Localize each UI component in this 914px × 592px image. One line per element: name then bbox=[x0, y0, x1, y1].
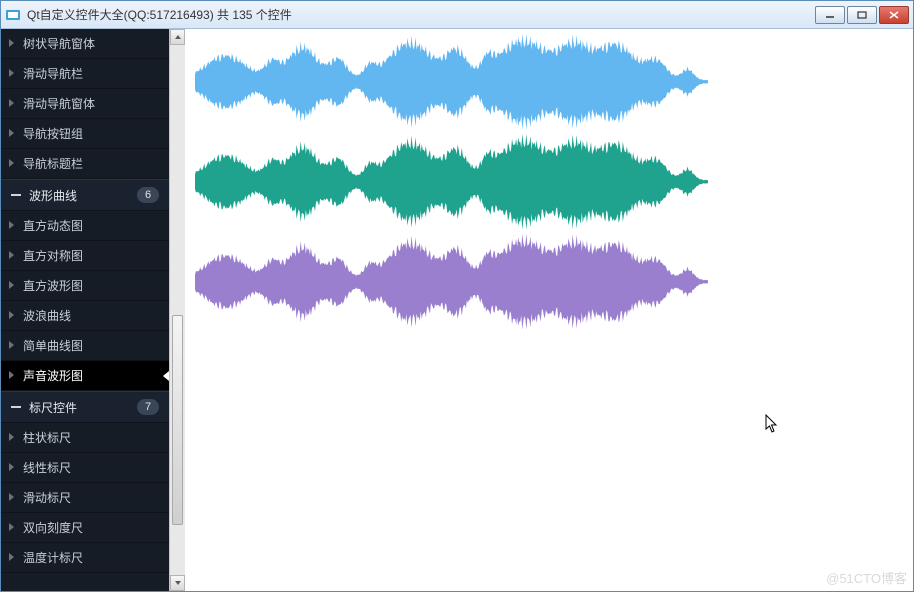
sidebar-item-pre-4[interactable]: 导航标题栏 bbox=[1, 149, 169, 179]
chevron-right-icon bbox=[9, 523, 14, 531]
scrollbar-thumb[interactable] bbox=[172, 315, 183, 525]
sidebar-item-label: 滑动导航窗体 bbox=[23, 95, 95, 112]
chevron-right-icon bbox=[9, 463, 14, 471]
title-bar[interactable]: Qt自定义控件大全(QQ:517216493) 共 135 个控件 bbox=[1, 1, 913, 29]
sidebar-item-label: 树状导航窗体 bbox=[23, 35, 95, 52]
chevron-right-icon bbox=[9, 493, 14, 501]
chevron-right-icon bbox=[9, 99, 14, 107]
chevron-right-icon bbox=[9, 433, 14, 441]
sidebar-group-badge: 6 bbox=[137, 187, 159, 203]
sidebar-item-ruler-3[interactable]: 双向刻度尺 bbox=[1, 513, 169, 543]
chevron-right-icon bbox=[9, 341, 14, 349]
sidebar-item-ruler-1[interactable]: 线性标尺 bbox=[1, 453, 169, 483]
sidebar-group-title: 标尺控件 bbox=[29, 399, 137, 416]
sidebar-item-pre-3[interactable]: 导航按钮组 bbox=[1, 119, 169, 149]
collapse-icon bbox=[11, 406, 21, 408]
sidebar-item-wave-0[interactable]: 直方动态图 bbox=[1, 211, 169, 241]
chevron-right-icon bbox=[9, 371, 14, 379]
sidebar-item-label: 滑动标尺 bbox=[23, 489, 71, 506]
app-icon bbox=[5, 7, 21, 23]
sidebar-group-badge: 7 bbox=[137, 399, 159, 415]
sidebar-item-wave-1[interactable]: 直方对称图 bbox=[1, 241, 169, 271]
sidebar-item-ruler-2[interactable]: 滑动标尺 bbox=[1, 483, 169, 513]
sidebar-item-pre-2[interactable]: 滑动导航窗体 bbox=[1, 89, 169, 119]
sidebar-item-ruler-0[interactable]: 柱状标尺 bbox=[1, 423, 169, 453]
watermark: @51CTO博客 bbox=[826, 568, 907, 587]
sidebar-item-label: 直方波形图 bbox=[23, 277, 83, 294]
sidebar-item-label: 导航标题栏 bbox=[23, 155, 83, 172]
scrollbar-thumb-area[interactable] bbox=[170, 45, 185, 575]
cursor-icon bbox=[765, 414, 779, 434]
scrollbar-track[interactable] bbox=[169, 29, 185, 591]
content-canvas: @51CTO博客 bbox=[185, 29, 913, 591]
chevron-right-icon bbox=[9, 39, 14, 47]
sidebar-item-label: 声音波形图 bbox=[23, 367, 83, 384]
chevron-right-icon bbox=[9, 129, 14, 137]
scroll-down-button[interactable] bbox=[170, 575, 185, 591]
sidebar-group-ruler[interactable]: 标尺控件7 bbox=[1, 391, 169, 423]
sidebar-item-label: 柱状标尺 bbox=[23, 429, 71, 446]
chevron-right-icon bbox=[9, 281, 14, 289]
sidebar-item-label: 双向刻度尺 bbox=[23, 519, 83, 536]
sidebar-item-wave-3[interactable]: 波浪曲线 bbox=[1, 301, 169, 331]
sidebar-item-wave-4[interactable]: 简单曲线图 bbox=[1, 331, 169, 361]
waveform-1 bbox=[195, 33, 708, 128]
scroll-up-button[interactable] bbox=[170, 29, 185, 45]
sidebar-item-label: 滑动导航栏 bbox=[23, 65, 83, 82]
chevron-right-icon bbox=[9, 553, 14, 561]
client-area: 树状导航窗体滑动导航栏滑动导航窗体导航按钮组导航标题栏波形曲线6 直方动态图直方对… bbox=[1, 29, 913, 591]
sidebar[interactable]: 树状导航窗体滑动导航栏滑动导航窗体导航按钮组导航标题栏波形曲线6 直方动态图直方对… bbox=[1, 29, 169, 591]
chevron-right-icon bbox=[9, 159, 14, 167]
sidebar-item-label: 简单曲线图 bbox=[23, 337, 83, 354]
sidebar-item-pre-0[interactable]: 树状导航窗体 bbox=[1, 29, 169, 59]
sidebar-item-ruler-4[interactable]: 温度计标尺 bbox=[1, 543, 169, 573]
waveform-2 bbox=[195, 133, 708, 228]
chevron-right-icon bbox=[9, 69, 14, 77]
sidebar-item-label: 直方对称图 bbox=[23, 247, 83, 264]
maximize-button[interactable] bbox=[847, 6, 877, 24]
sidebar-item-label: 波浪曲线 bbox=[23, 307, 71, 324]
chevron-right-icon bbox=[9, 311, 14, 319]
chevron-right-icon bbox=[9, 251, 14, 259]
sidebar-item-label: 直方动态图 bbox=[23, 217, 83, 234]
sidebar-group-title: 波形曲线 bbox=[29, 187, 137, 204]
sidebar-item-label: 线性标尺 bbox=[23, 459, 71, 476]
sidebar-item-wave-2[interactable]: 直方波形图 bbox=[1, 271, 169, 301]
minimize-button[interactable] bbox=[815, 6, 845, 24]
sidebar-item-pre-1[interactable]: 滑动导航栏 bbox=[1, 59, 169, 89]
app-window: Qt自定义控件大全(QQ:517216493) 共 135 个控件 树状导航窗体… bbox=[0, 0, 914, 592]
chevron-right-icon bbox=[9, 221, 14, 229]
waveform-3 bbox=[195, 233, 708, 328]
sidebar-item-label: 导航按钮组 bbox=[23, 125, 83, 142]
sidebar-container: 树状导航窗体滑动导航栏滑动导航窗体导航按钮组导航标题栏波形曲线6 直方动态图直方对… bbox=[1, 29, 185, 591]
sidebar-item-wave-5[interactable]: 声音波形图 bbox=[1, 361, 169, 391]
collapse-icon bbox=[11, 194, 21, 196]
close-button[interactable] bbox=[879, 6, 909, 24]
window-buttons bbox=[813, 6, 909, 24]
sidebar-item-label: 温度计标尺 bbox=[23, 549, 83, 566]
window-title: Qt自定义控件大全(QQ:517216493) 共 135 个控件 bbox=[27, 6, 813, 23]
sidebar-group-wave[interactable]: 波形曲线6 bbox=[1, 179, 169, 211]
